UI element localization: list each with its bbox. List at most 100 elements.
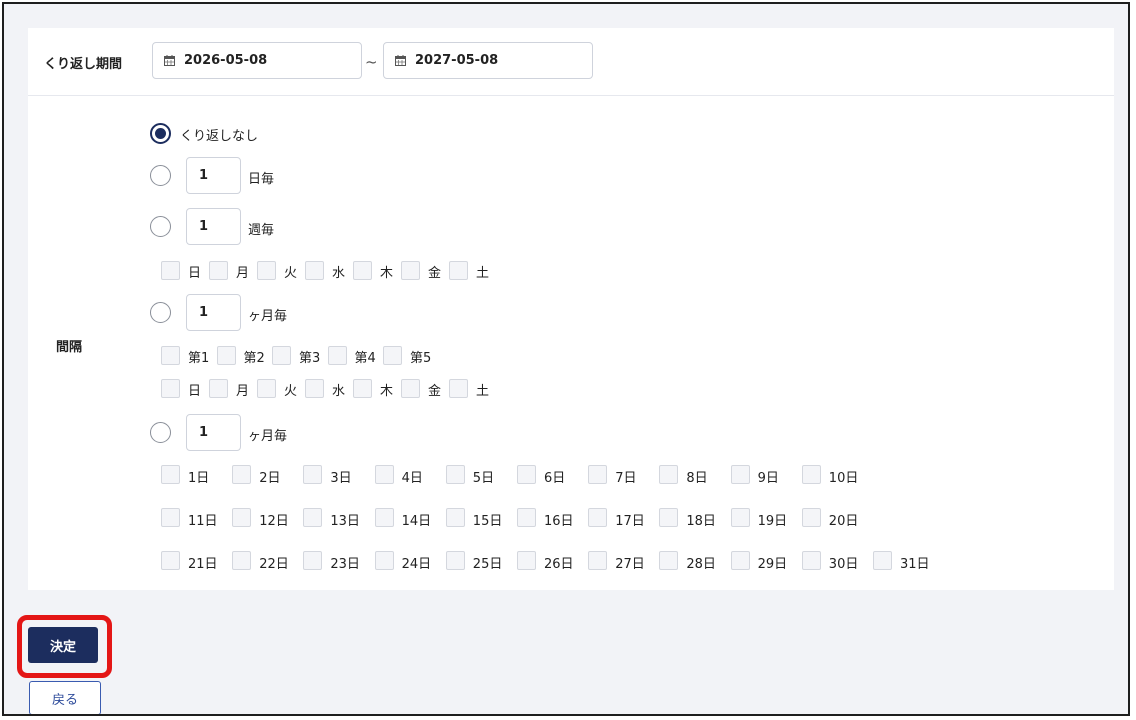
calendar-icon bbox=[164, 55, 175, 66]
date-label: 1日 bbox=[188, 471, 210, 486]
date-label: 28日 bbox=[686, 557, 716, 572]
weekly-day-checkbox[interactable] bbox=[161, 261, 180, 280]
date-checkbox[interactable] bbox=[659, 508, 679, 527]
date-checkbox[interactable] bbox=[801, 465, 821, 484]
monthly-day-label: 水 bbox=[332, 384, 346, 399]
date-checkbox[interactable] bbox=[232, 508, 252, 527]
monthly-week-checkbox[interactable] bbox=[383, 346, 402, 365]
date-label: 2日 bbox=[259, 471, 281, 486]
date-checkbox[interactable] bbox=[303, 465, 323, 484]
monthly-day-checkbox[interactable] bbox=[305, 379, 324, 398]
weekly-day-checkbox[interactable] bbox=[401, 261, 420, 280]
weekly-day-checkbox[interactable] bbox=[305, 261, 324, 280]
monthly-weekday-interval-input[interactable]: 1 bbox=[186, 294, 241, 331]
date-checkbox[interactable] bbox=[659, 465, 679, 484]
date-checkbox[interactable] bbox=[588, 508, 608, 527]
daily-interval-input[interactable]: 1 bbox=[186, 157, 241, 194]
weekly-day-label: 火 bbox=[284, 266, 298, 281]
date-checkbox[interactable] bbox=[232, 551, 252, 570]
date-label: 19日 bbox=[757, 514, 788, 529]
date-label: 5日 bbox=[472, 471, 495, 486]
monthly-week-checkbox[interactable] bbox=[161, 346, 180, 365]
date-checkbox[interactable] bbox=[588, 465, 608, 484]
date-label: 3日 bbox=[330, 471, 352, 486]
monthly-day-checkbox[interactable] bbox=[161, 379, 180, 398]
date-checkbox[interactable] bbox=[730, 465, 750, 484]
date-label: 4日 bbox=[401, 471, 423, 486]
date-checkbox[interactable] bbox=[445, 465, 465, 484]
weekly-day-checkbox[interactable] bbox=[353, 261, 372, 280]
weekly-day-checkbox[interactable] bbox=[209, 261, 228, 280]
date-label: 14日 bbox=[401, 514, 432, 529]
monthly-week-checkbox[interactable] bbox=[272, 346, 291, 365]
date-label: 29日 bbox=[757, 557, 788, 572]
date-label: 16日 bbox=[544, 514, 574, 529]
calendar-icon bbox=[395, 55, 406, 66]
date-checkbox[interactable] bbox=[374, 465, 394, 484]
date-label: 13日 bbox=[330, 514, 360, 529]
date-label: 6日 bbox=[544, 471, 566, 486]
date-label: 25日 bbox=[472, 557, 503, 572]
date-checkbox[interactable] bbox=[517, 551, 536, 570]
settings-card: くり返し期間 2026-05-08 ~ 2027-05-08 間隔 くり返しなし… bbox=[28, 28, 1114, 590]
radio-monthly-date[interactable] bbox=[150, 422, 171, 443]
date-checkbox[interactable] bbox=[801, 551, 821, 570]
date-checkbox[interactable] bbox=[161, 551, 180, 570]
radio-monthly-weekday[interactable] bbox=[150, 302, 171, 323]
date-checkbox[interactable] bbox=[730, 551, 750, 570]
weekly-unit: 週毎 bbox=[248, 223, 275, 238]
monthly-week-label: 第3 bbox=[299, 351, 321, 366]
radio-weekly[interactable] bbox=[150, 216, 171, 237]
monthly-day-label: 土 bbox=[476, 384, 490, 399]
date-label: 10日 bbox=[828, 471, 859, 486]
date-checkbox[interactable] bbox=[659, 551, 679, 570]
start-date-value: 2026-05-08 bbox=[184, 53, 268, 68]
monthly-day-checkbox[interactable] bbox=[257, 379, 276, 398]
date-label: 12日 bbox=[259, 514, 289, 529]
monthly-day-checkbox[interactable] bbox=[401, 379, 420, 398]
start-date-input[interactable]: 2026-05-08 bbox=[152, 42, 362, 79]
daily-unit: 日毎 bbox=[248, 172, 275, 187]
date-label: 18日 bbox=[686, 514, 716, 529]
date-label: 31日 bbox=[900, 557, 930, 572]
date-checkbox[interactable] bbox=[445, 551, 465, 570]
date-label: 17日 bbox=[615, 514, 645, 529]
monthly-day-checkbox[interactable] bbox=[353, 379, 372, 398]
monthly-week-checkbox[interactable] bbox=[216, 346, 236, 365]
date-checkbox[interactable] bbox=[303, 551, 323, 570]
radio-no-repeat[interactable] bbox=[150, 123, 171, 144]
date-checkbox[interactable] bbox=[161, 508, 180, 527]
date-checkbox[interactable] bbox=[730, 508, 750, 527]
weekly-day-checkbox[interactable] bbox=[257, 261, 276, 280]
date-checkbox[interactable] bbox=[445, 508, 465, 527]
confirm-button[interactable]: 決定 bbox=[28, 627, 98, 663]
monthly-week-checkbox[interactable] bbox=[327, 346, 347, 365]
date-checkbox[interactable] bbox=[303, 508, 323, 527]
period-label: くり返し期間 bbox=[44, 57, 123, 72]
weekly-day-label: 土 bbox=[476, 266, 490, 281]
monthly-week-label: 第2 bbox=[243, 351, 265, 366]
monthly-date-interval-input[interactable]: 1 bbox=[186, 414, 241, 451]
date-checkbox[interactable] bbox=[873, 551, 892, 570]
date-checkbox[interactable] bbox=[517, 465, 536, 484]
date-checkbox[interactable] bbox=[801, 508, 821, 527]
date-label: 24日 bbox=[401, 557, 432, 572]
date-checkbox[interactable] bbox=[517, 508, 536, 527]
weekly-interval-input[interactable]: 1 bbox=[186, 208, 241, 245]
date-checkbox[interactable] bbox=[374, 551, 394, 570]
date-checkbox[interactable] bbox=[374, 508, 394, 527]
date-label: 23日 bbox=[330, 557, 360, 572]
date-checkbox[interactable] bbox=[588, 551, 608, 570]
radio-daily[interactable] bbox=[150, 165, 171, 186]
weekly-day-label: 木 bbox=[380, 266, 394, 281]
monthly-day-checkbox[interactable] bbox=[449, 379, 468, 398]
date-checkbox[interactable] bbox=[161, 465, 180, 484]
monthly-day-label: 日 bbox=[188, 384, 202, 399]
weekly-day-checkbox[interactable] bbox=[449, 261, 468, 280]
monthly-day-label: 火 bbox=[284, 384, 298, 399]
monthly-day-checkbox[interactable] bbox=[209, 379, 228, 398]
back-button[interactable]: 戻る bbox=[29, 681, 101, 714]
date-label: 20日 bbox=[828, 514, 859, 529]
end-date-input[interactable]: 2027-05-08 bbox=[383, 42, 593, 79]
date-checkbox[interactable] bbox=[232, 465, 252, 484]
